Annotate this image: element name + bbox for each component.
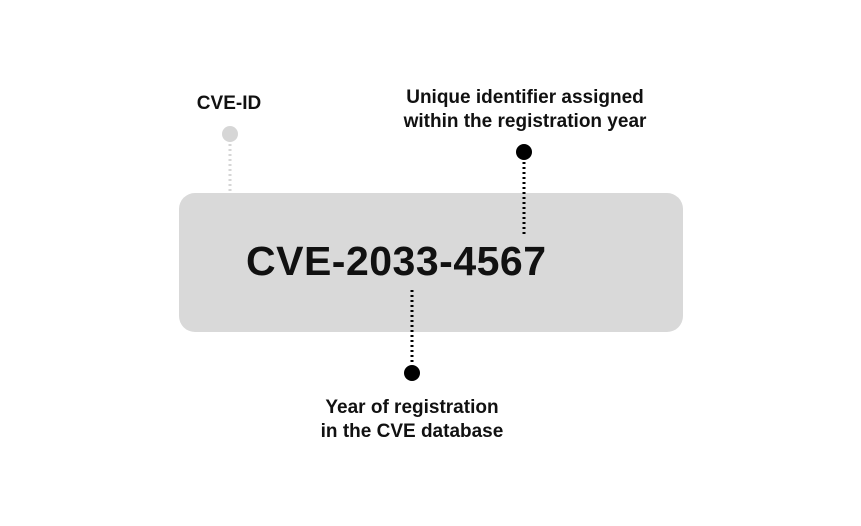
cve-id-value: CVE-2033-4567	[246, 238, 547, 284]
unique-identifier-label-line2: within the registration year	[403, 111, 647, 132]
unique-marker-dot	[516, 144, 532, 160]
unique-identifier-label-line1: Unique identifier assigned	[406, 87, 644, 108]
year-marker-dot	[404, 365, 420, 381]
year-label-line1: Year of registration	[325, 397, 499, 418]
year-label: Year of registration in the CVE database	[282, 396, 542, 444]
unique-identifier-label: Unique identifier assigned within the re…	[370, 86, 680, 134]
prefix-marker-dot	[222, 126, 238, 142]
cve-id-label-text: CVE-ID	[196, 93, 262, 114]
year-label-line2: in the CVE database	[320, 421, 504, 442]
cve-id-label: CVE-ID	[178, 92, 280, 116]
